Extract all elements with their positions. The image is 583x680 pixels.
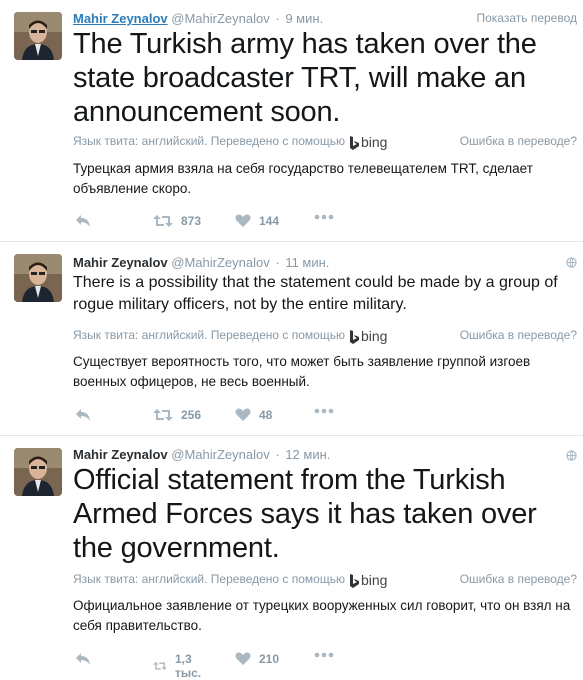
like-button[interactable]: 48 — [235, 408, 272, 422]
bing-icon — [349, 574, 359, 588]
retweet-count: 873 — [181, 214, 202, 228]
reply-button[interactable] — [75, 652, 91, 666]
bing-logo[interactable]: bing — [349, 328, 387, 344]
translation-credit-text: Язык твита: английский. Переведено с пом… — [73, 328, 345, 343]
tweet-header: Mahir Zeynalov @MahirZeynalov · 11 мин. — [73, 255, 329, 270]
retweet-count: 256 — [181, 408, 202, 422]
reply-icon — [76, 653, 90, 665]
tweet[interactable]: Mahir Zeynalov @MahirZeynalov · 12 мин. … — [0, 436, 583, 680]
separator: · — [275, 11, 280, 26]
retweet-icon — [153, 661, 167, 671]
like-count: 144 — [259, 214, 280, 228]
heart-icon — [235, 652, 251, 665]
translation-credit-row: Язык твита: английский. Переведено с пом… — [73, 134, 577, 150]
avatar[interactable] — [14, 254, 62, 302]
translation-credit: Язык твита: английский. Переведено с пом… — [73, 328, 387, 344]
translation-credit: Язык твита: английский. Переведено с пом… — [73, 572, 387, 588]
translation-credit: Язык твита: английский. Переведено с пом… — [73, 134, 387, 150]
bing-logo[interactable]: bing — [349, 572, 387, 588]
tweet-header: Mahir Zeynalov @MahirZeynalov · 12 мин. — [73, 447, 330, 462]
retweet-icon — [153, 215, 173, 227]
more-icon — [314, 652, 334, 658]
reply-button[interactable] — [75, 408, 91, 422]
more-button[interactable] — [314, 652, 334, 658]
more-icon — [314, 214, 334, 220]
tweet[interactable]: Mahir Zeynalov @MahirZeynalov · 9 мин. П… — [0, 0, 583, 242]
tweet-text: The Turkish army has taken over the stat… — [73, 28, 537, 128]
translated-text: Официальное заявление от турецких вооруж… — [73, 598, 571, 633]
translation-credit-row: Язык твита: английский. Переведено с пом… — [73, 572, 577, 588]
translated-text: Турецкая армия взяла на себя государство… — [73, 161, 533, 196]
translation-credit-text: Язык твита: английский. Переведено с пом… — [73, 134, 345, 149]
translated-text: Существует вероятность того, что может б… — [73, 354, 531, 389]
translation-credit-row: Язык твита: английский. Переведено с пом… — [73, 328, 577, 344]
tweet-time[interactable]: 11 мин. — [285, 255, 329, 270]
more-icon — [314, 408, 334, 414]
author-name[interactable]: Mahir Zeynalov — [73, 11, 168, 26]
more-button[interactable] — [314, 214, 334, 220]
separator: · — [275, 255, 280, 270]
tweet-time[interactable]: 12 мин. — [285, 447, 330, 462]
tweet-time[interactable]: 9 мин. — [285, 11, 323, 26]
heart-icon — [235, 408, 251, 421]
author-name[interactable]: Mahir Zeynalov — [73, 255, 168, 270]
like-count: 48 — [259, 408, 273, 422]
show-translation-link[interactable]: Показать перевод — [476, 11, 577, 25]
translation-error-link[interactable]: Ошибка в переводе? — [460, 328, 577, 342]
retweet-button[interactable]: 873 — [153, 214, 201, 228]
author-name[interactable]: Mahir Zeynalov — [73, 447, 168, 462]
retweet-icon — [153, 409, 173, 421]
reply-icon — [76, 215, 90, 227]
translation-error-link[interactable]: Ошибка в переводе? — [460, 572, 577, 586]
heart-icon — [235, 214, 251, 227]
bing-logo[interactable]: bing — [349, 134, 387, 150]
like-count: 210 — [259, 652, 280, 666]
more-button[interactable] — [314, 408, 334, 414]
retweet-count: 1,3 тыс. — [174, 652, 202, 680]
translation-error-link[interactable]: Ошибка в переводе? — [460, 134, 577, 148]
avatar[interactable] — [14, 12, 62, 60]
globe-icon[interactable] — [566, 257, 577, 268]
retweet-button[interactable]: 1,3 тыс. — [153, 652, 207, 680]
globe-icon[interactable] — [566, 450, 577, 461]
tweet-header: Mahir Zeynalov @MahirZeynalov · 9 мин. — [73, 11, 323, 26]
retweet-button[interactable]: 256 — [153, 408, 201, 422]
bing-text: bing — [360, 328, 388, 344]
translation-credit-text: Язык твита: английский. Переведено с пом… — [73, 572, 345, 587]
like-button[interactable]: 210 — [235, 652, 279, 666]
reply-icon — [76, 409, 90, 421]
tweet[interactable]: Mahir Zeynalov @MahirZeynalov · 11 мин. … — [0, 242, 583, 436]
bing-icon — [349, 330, 359, 344]
tweet-text: Official statement from the Turkish Arme… — [73, 464, 537, 564]
bing-text: bing — [360, 134, 388, 150]
tweet-text: There is a possibility that the statemen… — [73, 274, 558, 313]
author-handle[interactable]: @MahirZeynalov — [171, 11, 269, 26]
avatar[interactable] — [14, 448, 62, 496]
bing-text: bing — [360, 572, 388, 588]
like-button[interactable]: 144 — [235, 214, 279, 228]
bing-icon — [349, 136, 359, 150]
separator: · — [275, 447, 280, 462]
author-handle[interactable]: @MahirZeynalov — [171, 447, 269, 462]
author-handle[interactable]: @MahirZeynalov — [171, 255, 269, 270]
reply-button[interactable] — [75, 214, 91, 228]
